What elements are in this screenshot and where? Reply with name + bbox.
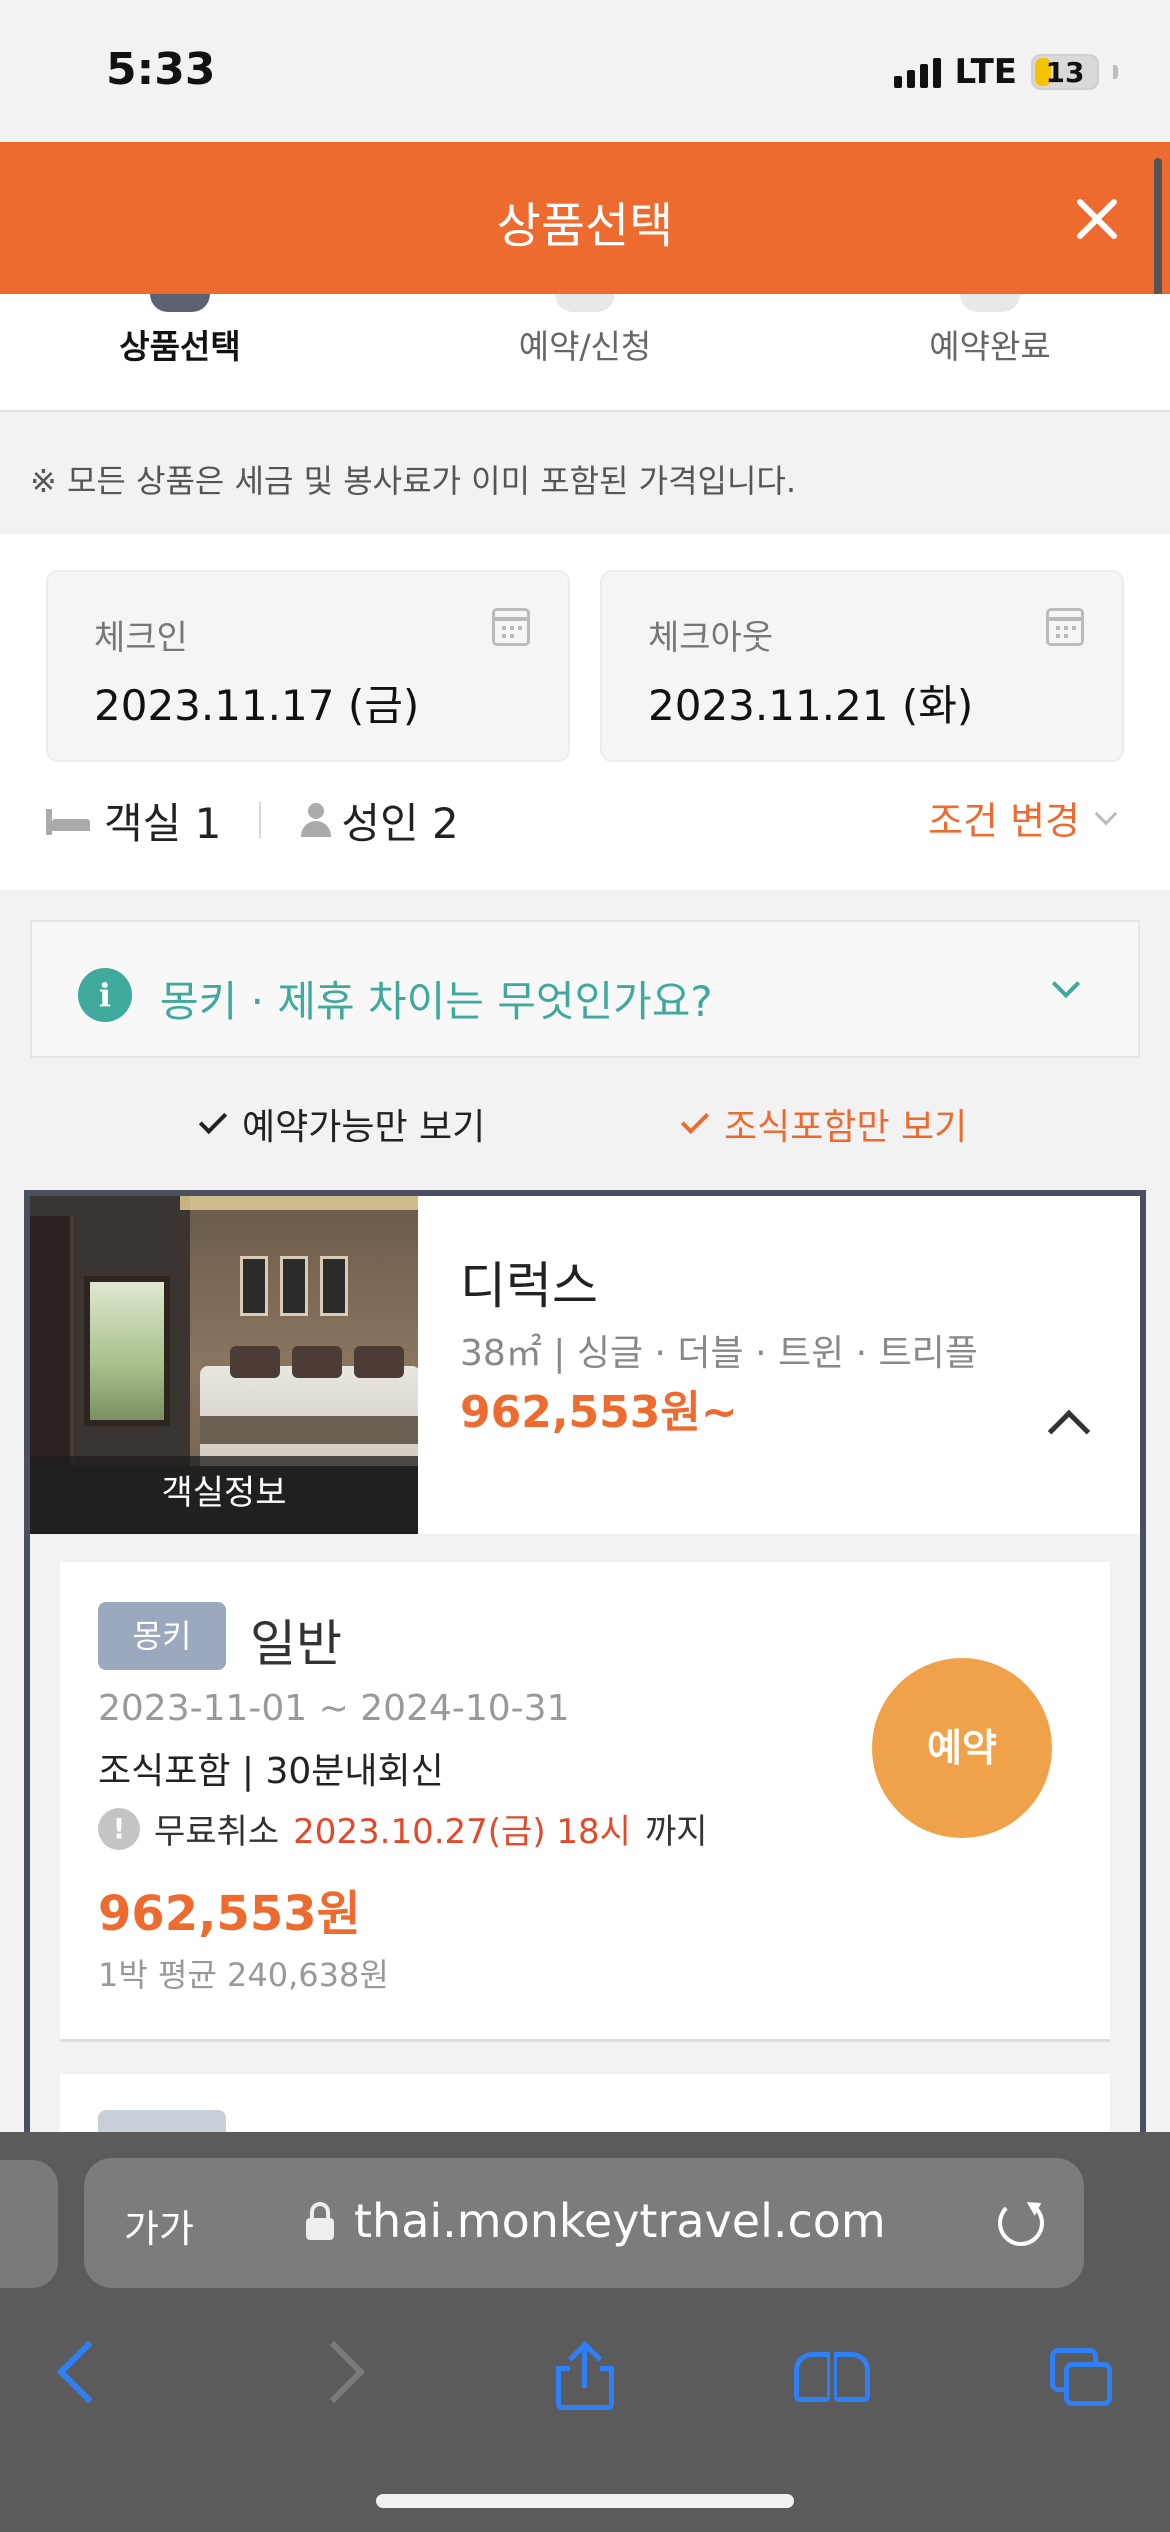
step-label: 예약/신청 xyxy=(518,327,652,366)
checkout-field[interactable]: 체크아웃 2023.11.21 (화) xyxy=(600,570,1124,762)
status-indicators: LTE 13 xyxy=(893,52,1118,92)
room-count: 객실 1 xyxy=(104,798,222,848)
adult-count: 성인 2 xyxy=(341,798,459,848)
text-size-button[interactable]: 가가 xyxy=(124,2198,194,2253)
change-conditions-label: 조건 변경 xyxy=(928,799,1080,843)
lock-icon xyxy=(306,2202,334,2240)
plan-price: 962,553원 xyxy=(98,1886,361,1942)
filter-label: 예약가능만 보기 xyxy=(242,1107,486,1148)
divider xyxy=(259,802,262,838)
faq-question: 몽키 · 제휴 차이는 무엇인가요? xyxy=(160,977,713,1026)
cancel-suffix: 까지 xyxy=(644,1812,708,1852)
checkin-value: 2023.11.17 (금) xyxy=(94,681,420,730)
address-bar[interactable]: 가가 thai.monkeytravel.com xyxy=(84,2158,1084,2288)
step-complete: 예약완료 xyxy=(840,294,1140,368)
plan-period: 2023-11-01 ~ 2024-10-31 xyxy=(98,1688,570,1729)
checkin-label: 체크인 xyxy=(94,618,188,658)
room-header[interactable]: 객실정보 디럭스 38㎡ | 싱글 · 더블 · 트윈 · 트리플 962,55… xyxy=(30,1196,1140,1534)
forward-button[interactable] xyxy=(282,2322,392,2422)
reserve-button[interactable]: 예약 xyxy=(872,1658,1052,1838)
filter-label: 조식포함만 보기 xyxy=(724,1107,968,1148)
checkin-field[interactable]: 체크인 2023.11.17 (금) xyxy=(46,570,570,762)
filter-available-only[interactable]: 예약가능만 보기 xyxy=(198,1098,486,1150)
status-bar: 5:33 LTE 13 xyxy=(0,0,1170,142)
url-text[interactable]: thai.monkeytravel.com xyxy=(354,2194,886,2248)
browser-chrome: 가가 thai.monkeytravel.com xyxy=(0,2132,1170,2532)
room-details: 38㎡ | 싱글 · 더블 · 트윈 · 트리플 xyxy=(460,1333,978,1374)
faq-accordion[interactable]: i 몽키 · 제휴 차이는 무엇인가요? xyxy=(30,920,1140,1058)
person-icon xyxy=(299,803,333,837)
rate-plan-card: 몽키 일반 2023-11-01 ~ 2024-10-31 조식포함 | 30분… xyxy=(60,1562,1110,2042)
room-name: 디럭스 xyxy=(460,1257,598,1315)
notice-text: ※ 모든 상품은 세금 및 봉사료가 이미 포함된 가격입니다. xyxy=(30,462,797,500)
browser-toolbar xyxy=(0,2322,1170,2442)
step-label: 상품선택 xyxy=(119,327,241,366)
plan-description: 조식포함 | 30분내회신 xyxy=(98,1751,444,1792)
close-icon[interactable] xyxy=(1062,184,1132,254)
cancel-label: 무료취소 xyxy=(154,1812,280,1852)
room-card: 객실정보 디럭스 38㎡ | 싱글 · 더블 · 트윈 · 트리플 962,55… xyxy=(24,1190,1146,2170)
chevron-down-icon xyxy=(1094,802,1118,825)
network-label: LTE xyxy=(954,52,1017,92)
battery-icon: 13 xyxy=(1031,54,1099,90)
checkout-label: 체크아웃 xyxy=(648,618,774,658)
share-icon xyxy=(556,2341,614,2410)
room-photo[interactable]: 객실정보 xyxy=(30,1196,418,1534)
share-button[interactable] xyxy=(530,2322,640,2422)
chevron-down-icon xyxy=(1051,969,1081,999)
calendar-icon xyxy=(1046,608,1084,646)
battery-tip xyxy=(1113,65,1118,79)
calendar-icon xyxy=(492,608,530,646)
bed-icon xyxy=(46,805,90,835)
guest-summary: 객실 1 성인 2 xyxy=(46,790,459,850)
nightly-average: 1박 평균 240,638원 xyxy=(98,1956,389,1994)
room-price: 962,553원~ xyxy=(460,1387,738,1438)
status-time: 5:33 xyxy=(106,44,216,95)
back-button[interactable] xyxy=(30,2322,140,2422)
chevron-left-icon xyxy=(56,2340,120,2404)
page-header: 상품선택 xyxy=(0,142,1170,294)
book-icon xyxy=(794,2352,870,2402)
free-cancel-info: ! 무료취소 2023.10.27(금) 18시 까지 xyxy=(98,1804,708,1853)
step-dot-icon xyxy=(960,294,1020,312)
battery-level: 13 xyxy=(1045,55,1085,89)
change-conditions-button[interactable]: 조건 변경 xyxy=(928,790,1118,845)
filter-breakfast-only[interactable]: 조식포함만 보기 xyxy=(680,1098,968,1150)
step-dot-icon xyxy=(555,294,615,312)
room-info-caption: 객실정보 xyxy=(161,1473,287,1513)
page-title: 상품선택 xyxy=(496,198,674,254)
monkey-badge: 몽키 xyxy=(98,1602,226,1670)
step-product-select: 상품선택 xyxy=(30,294,330,368)
home-indicator[interactable] xyxy=(376,2494,794,2508)
plan-name: 일반 xyxy=(250,1615,342,1673)
warning-icon: ! xyxy=(98,1807,140,1850)
progress-steps: 상품선택 예약/신청 예약완료 xyxy=(0,294,1170,412)
chevron-up-icon[interactable] xyxy=(1047,1409,1091,1453)
info-icon: i xyxy=(78,968,132,1022)
step-dot-icon xyxy=(150,294,210,312)
price-notice: ※ 모든 상품은 세금 및 봉사료가 이미 포함된 가격입니다. xyxy=(0,412,1170,534)
checkout-value: 2023.11.21 (화) xyxy=(648,681,974,730)
signal-icon xyxy=(893,56,941,88)
cancel-deadline: 2023.10.27(금) 18시 xyxy=(293,1812,631,1852)
reload-icon[interactable] xyxy=(998,2200,1044,2246)
tabs-icon xyxy=(1050,2348,1114,2408)
step-reservation: 예약/신청 xyxy=(435,294,735,368)
step-label: 예약완료 xyxy=(929,327,1051,366)
bookmarks-button[interactable] xyxy=(776,2322,886,2422)
previous-tab[interactable] xyxy=(0,2160,58,2288)
tabs-button[interactable] xyxy=(1026,2322,1136,2422)
chevron-right-icon xyxy=(302,2340,366,2404)
